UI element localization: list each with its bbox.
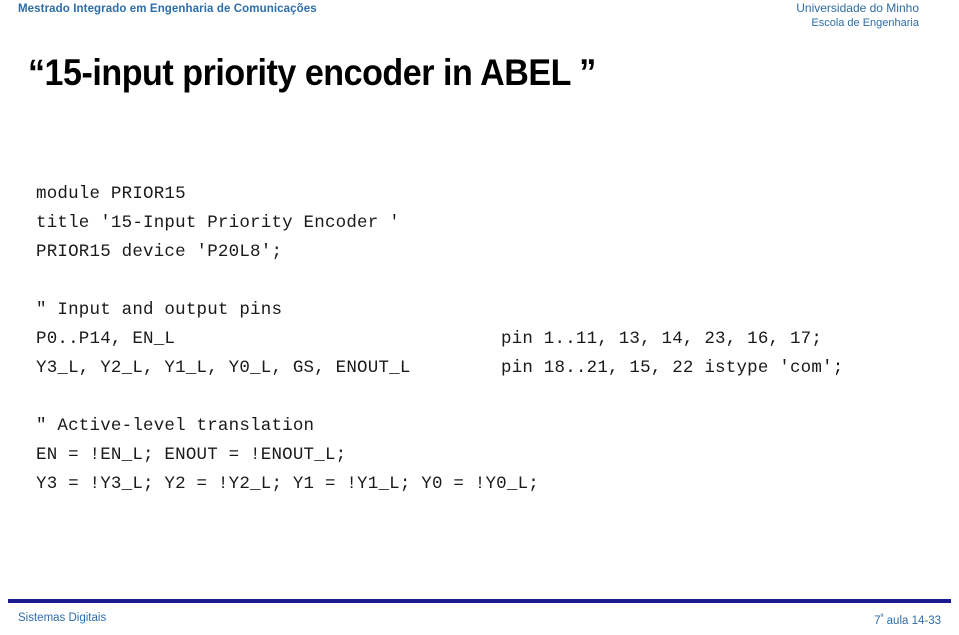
slide-footer: Sistemas Digitais 7ª aula 14-33 bbox=[0, 599, 959, 635]
footer-course-label: Sistemas Digitais bbox=[18, 612, 107, 624]
code-line: PRIOR15 device 'P20L8'; bbox=[36, 242, 283, 262]
code-line-pin-assignment: pin 18..21, 15, 22 istype 'com'; bbox=[501, 358, 844, 378]
code-line-signals: Y3_L, Y2_L, Y1_L, Y0_L, GS, ENOUT_L bbox=[36, 358, 411, 378]
header-course-title: Mestrado Integrado em Engenharia de Comu… bbox=[18, 3, 317, 15]
code-line: Y3 = !Y3_L; Y2 = !Y2_L; Y1 = !Y1_L; Y0 =… bbox=[36, 474, 539, 494]
code-line: title '15-Input Priority Encoder ' bbox=[36, 213, 400, 233]
code-figure: module PRIOR15 title '15-Input Priority E… bbox=[36, 180, 924, 494]
code-line: Y3_L, Y2_L, Y1_L, Y0_L, GS, ENOUT_L pin 1… bbox=[36, 354, 924, 383]
code-line: " Active-level translation bbox=[36, 416, 315, 436]
header-university-block: Universidade do Minho Escola de Engenhar… bbox=[796, 1, 919, 31]
abel-source-code: module PRIOR15 title '15-Input Priority E… bbox=[36, 180, 924, 499]
footer-divider-rule bbox=[8, 599, 951, 603]
code-line-signals: P0..P14, EN_L bbox=[36, 329, 176, 349]
code-line-pin-assignment: pin 1..11, 13, 14, 23, 16, 17; bbox=[501, 329, 823, 349]
header-school-name: Escola de Engenharia bbox=[811, 17, 919, 29]
code-line: " Input and output pins bbox=[36, 300, 283, 320]
code-line: module PRIOR15 bbox=[36, 184, 186, 204]
page-title: “15-input priority encoder in ABEL ” bbox=[28, 52, 596, 93]
footer-lecture-rest: aula 14-33 bbox=[883, 614, 941, 627]
header-university-name: Universidade do Minho bbox=[796, 1, 919, 15]
footer-lecture-label: 7ª aula 14-33 bbox=[874, 612, 941, 627]
slide-header: Mestrado Integrado em Engenharia de Comu… bbox=[0, 0, 959, 46]
code-line: EN = !EN_L; ENOUT = !ENOUT_L; bbox=[36, 445, 347, 465]
code-line: P0..P14, EN_L pin 1..11, 13, 14, 23, 16, … bbox=[36, 325, 924, 354]
